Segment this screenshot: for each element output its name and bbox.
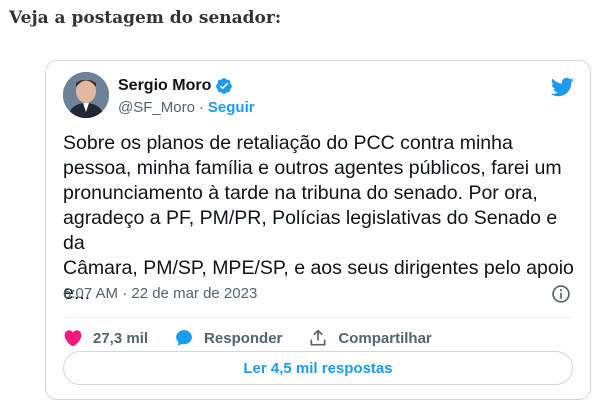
section-heading: Veja a postagem do senador: (9, 8, 282, 28)
reply-icon (176, 330, 192, 346)
avatar[interactable] (63, 72, 109, 118)
share-label: Compartilhar (338, 329, 432, 347)
share-icon (310, 329, 326, 346)
tweet-actions: 27,3 mil Responder Compartilhar (63, 323, 458, 353)
tweet-text: Sobre os planos de retaliação do PCC con… (63, 132, 574, 304)
like-button[interactable]: 27,3 mil (63, 328, 148, 348)
share-button[interactable]: Compartilhar (308, 328, 432, 348)
divider (63, 317, 573, 318)
embedded-tweet-card[interactable]: Sergio Moro @SF_Moro · Seguir Sobre os p… (45, 60, 591, 400)
twitter-bird-icon[interactable] (550, 75, 574, 99)
heart-icon (64, 330, 82, 347)
author-name[interactable]: Sergio Moro (118, 77, 211, 95)
separator-dot: · (198, 99, 204, 116)
verified-badge-icon (215, 77, 233, 95)
reply-button[interactable]: Responder (174, 328, 282, 348)
like-count: 27,3 mil (93, 329, 149, 347)
follow-link[interactable]: Seguir (208, 99, 255, 116)
read-replies-button[interactable]: Ler 4,5 mil respostas (63, 351, 573, 385)
reply-label: Responder (204, 329, 283, 347)
tweet-timestamp[interactable]: 6:07 AM · 22 de mar de 2023 (63, 285, 257, 302)
author-handle[interactable]: @SF_Moro (118, 99, 195, 116)
info-icon[interactable] (551, 284, 571, 304)
